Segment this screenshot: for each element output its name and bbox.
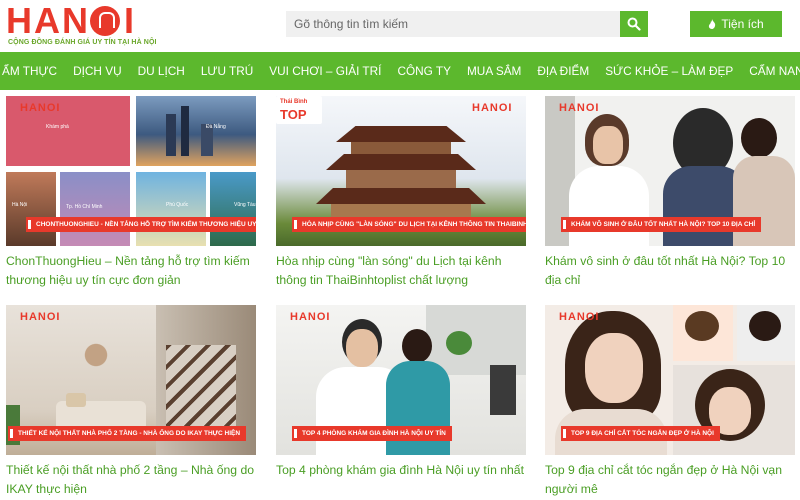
thumb-badge: THIẾT KẾ NỘI THẤT NHÀ PHỐ 2 TẦNG - NHÀ Ố… xyxy=(8,426,247,441)
article-thumbnail[interactable]: Thái Bình TOP HANOI HÒA NHỊP CÙNG "LÀN S… xyxy=(276,96,526,246)
article-title-link[interactable]: Hòa nhịp cùng "làn sóng" du Lịch tại kên… xyxy=(276,252,526,290)
article-title-link[interactable]: Top 4 phòng khám gia đình Hà Nội uy tín … xyxy=(276,461,526,480)
thumb-badge: HÒA NHỊP CÙNG "LÀN SÓNG" DU LỊCH TẠI KÊN… xyxy=(292,217,526,232)
search-bar xyxy=(286,11,648,37)
article-thumbnail[interactable]: HANOI KHÁM VÔ SINH Ở ĐÂU TỐT NHẤT HÀ NỘI… xyxy=(545,96,795,246)
article-thumbnail[interactable]: HANOI Khám phá Đà Nẵng Hà Nội Tp. Hồ Chí… xyxy=(6,96,256,246)
thumb-logo: HANOI xyxy=(20,102,61,114)
thumb-label: Hà Nội xyxy=(12,202,28,208)
thumb-logo: HANOI xyxy=(559,311,600,323)
search-icon xyxy=(627,17,641,31)
nav-item-luu-tru[interactable]: LƯU TRÚ xyxy=(193,52,261,90)
thumb-label: Phú Quốc xyxy=(166,202,189,208)
nav-item-dia-diem[interactable]: ĐỊA ĐIỂM xyxy=(529,52,597,90)
nav-item-dich-vu[interactable]: DỊCH VỤ xyxy=(65,52,130,90)
thumb-label: Đà Nẵng xyxy=(206,124,226,130)
article-thumbnail[interactable]: HANOI THIẾT KẾ NỘI THẤT NHÀ PHỐ 2 TẦNG -… xyxy=(6,305,256,455)
nav-item-cam-nang[interactable]: CẨM NANG xyxy=(741,52,800,90)
utilities-label: Tiện ích xyxy=(721,17,764,31)
search-input[interactable] xyxy=(286,11,620,37)
nav-item-du-lich[interactable]: DU LỊCH xyxy=(130,52,193,90)
thumb-label: TOP xyxy=(280,107,307,122)
nav-item-cong-ty[interactable]: CÔNG TY xyxy=(389,52,459,90)
article-title-link[interactable]: Top 9 địa chỉ cắt tóc ngắn đẹp ở Hà Nội … xyxy=(545,461,795,499)
logo-tagline: CỘNG ĐỒNG ĐÁNH GIÁ UY TÍN TẠI HÀ NỘI xyxy=(8,39,157,46)
thumb-logo: HANOI xyxy=(559,102,600,114)
thumb-badge: KHÁM VÔ SINH Ở ĐÂU TỐT NHẤT HÀ NỘI? TOP … xyxy=(561,217,762,232)
thumb-label: Thái Bình xyxy=(280,99,308,105)
thumb-logo: HANOI xyxy=(20,311,61,323)
main-nav: ẨM THỰC DỊCH VỤ DU LỊCH LƯU TRÚ VUI CHƠI… xyxy=(0,52,800,90)
thumb-badge: TOP 9 ĐỊA CHỈ CẮT TÓC NGẮN ĐẸP Ở HÀ NỘI xyxy=(561,426,720,441)
thumb-badge: CHONTHUONGHIEU - NỀN TẢNG HỖ TRỢ TÌM KIẾ… xyxy=(26,217,256,232)
flame-icon xyxy=(709,19,716,29)
nav-item-mua-sam[interactable]: MUA SẮM xyxy=(459,52,529,90)
thumb-label: Khám phá xyxy=(46,124,69,130)
article-thumbnail[interactable]: HANOI TOP 9 ĐỊA CHỈ CẮT TÓC NGẮN ĐẸP Ở H… xyxy=(545,305,795,455)
site-header: HAN I CỘNG ĐỒNG ĐÁNH GIÁ UY TÍN TẠI HÀ NỘ… xyxy=(0,0,800,52)
thumb-logo: HANOI xyxy=(472,102,513,114)
thumb-logo: HANOI xyxy=(290,311,331,323)
temple-emblem-icon xyxy=(90,6,120,36)
article-title-link[interactable]: Khám vô sinh ở đâu tốt nhất Hà Nội? Top … xyxy=(545,252,795,290)
nav-item-suc-khoe[interactable]: SỨC KHỎE – LÀM ĐẸP xyxy=(597,52,741,90)
nav-item-am-thuc[interactable]: ẨM THỰC xyxy=(2,52,65,90)
nav-item-vui-choi[interactable]: VUI CHƠI – GIẢI TRÍ xyxy=(261,52,389,90)
article-thumbnail[interactable]: HANOI TOP 4 PHÒNG KHÁM GIA ĐÌNH HÀ NỘI U… xyxy=(276,305,526,455)
search-button[interactable] xyxy=(620,11,648,37)
site-logo[interactable]: HAN I CỘNG ĐỒNG ĐÁNH GIÁ UY TÍN TẠI HÀ NỘ… xyxy=(6,2,156,48)
utilities-button[interactable]: Tiện ích xyxy=(690,11,782,37)
thumb-label: Tp. Hồ Chí Minh xyxy=(66,204,103,210)
article-title-link[interactable]: Thiết kế nội thất nhà phố 2 tầng – Nhà ố… xyxy=(6,461,256,499)
thumb-label: Vũng Tàu xyxy=(234,202,256,208)
thumb-badge: TOP 4 PHÒNG KHÁM GIA ĐÌNH HÀ NỘI UY TÍN xyxy=(292,426,452,441)
article-title-link[interactable]: ChonThuongHieu – Nền tảng hỗ trợ tìm kiế… xyxy=(6,252,256,290)
